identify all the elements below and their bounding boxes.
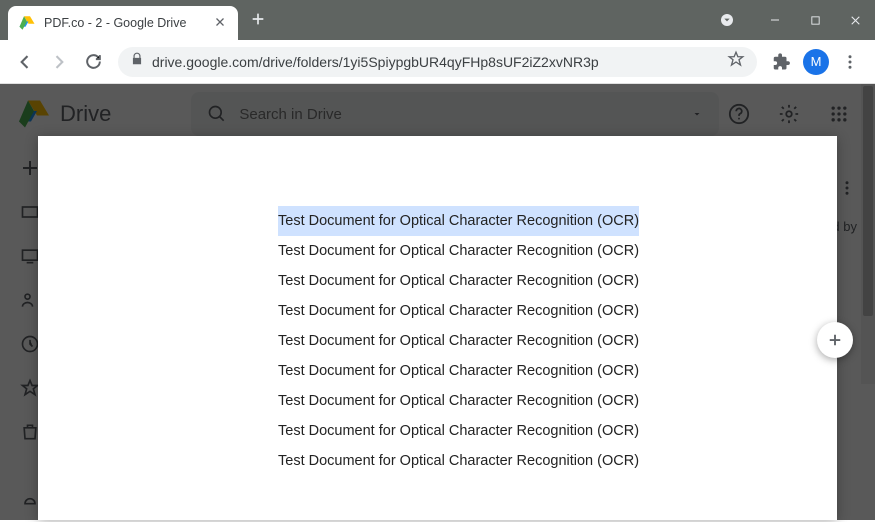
lock-icon <box>130 52 144 71</box>
document-line[interactable]: Test Document for Optical Character Reco… <box>278 273 639 289</box>
content-area: Drive ed by <box>0 84 875 520</box>
tab-close-button[interactable] <box>212 13 228 33</box>
tab-title: PDF.co - 2 - Google Drive <box>44 16 212 30</box>
drive-favicon-icon <box>18 14 36 32</box>
document-line[interactable]: Test Document for Optical Character Reco… <box>278 453 639 469</box>
document-line[interactable]: Test Document for Optical Character Reco… <box>278 243 639 259</box>
document-line[interactable]: Test Document for Optical Character Reco… <box>278 423 639 439</box>
window-maximize-button[interactable] <box>795 0 835 40</box>
url-text: drive.google.com/drive/folders/1yi5Spiyp… <box>152 54 727 70</box>
nav-back-button[interactable] <box>8 45 42 79</box>
address-bar[interactable]: drive.google.com/drive/folders/1yi5Spiyp… <box>118 47 757 77</box>
document-line[interactable]: Test Document for Optical Character Reco… <box>278 303 639 319</box>
nav-reload-button[interactable] <box>76 45 110 79</box>
nav-forward-button[interactable] <box>42 45 76 79</box>
document-preview: Test Document for Optical Character Reco… <box>38 136 837 520</box>
window-titlebar: PDF.co - 2 - Google Drive <box>0 0 875 40</box>
browser-toolbar: drive.google.com/drive/folders/1yi5Spiyp… <box>0 40 875 84</box>
cone-down-icon[interactable] <box>707 0 747 40</box>
bookmark-star-icon[interactable] <box>727 50 745 73</box>
document-line[interactable]: Test Document for Optical Character Reco… <box>278 363 639 379</box>
browser-tab[interactable]: PDF.co - 2 - Google Drive <box>8 6 238 40</box>
profile-avatar[interactable]: M <box>803 49 829 75</box>
browser-menu-button[interactable] <box>833 45 867 79</box>
window-minimize-button[interactable] <box>755 0 795 40</box>
extensions-icon[interactable] <box>765 45 799 79</box>
document-line[interactable]: Test Document for Optical Character Reco… <box>278 333 639 349</box>
new-tab-button[interactable] <box>250 11 266 32</box>
add-companion-button[interactable] <box>817 322 853 358</box>
document-content: Test Document for Optical Character Reco… <box>38 136 837 476</box>
window-close-button[interactable] <box>835 0 875 40</box>
window-controls <box>707 0 875 40</box>
document-line[interactable]: Test Document for Optical Character Reco… <box>278 206 639 236</box>
document-line[interactable]: Test Document for Optical Character Reco… <box>278 393 639 409</box>
